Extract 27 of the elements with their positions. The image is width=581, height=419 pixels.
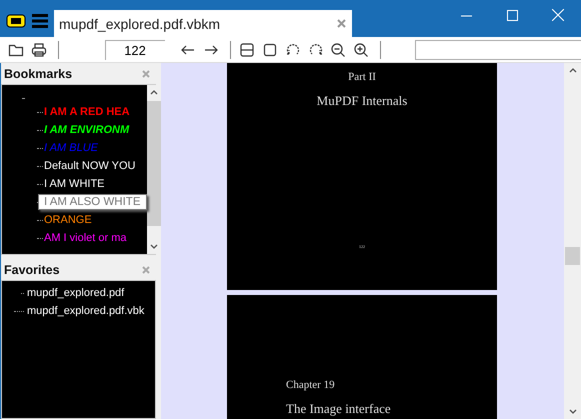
favorite-item[interactable]: mupdf_explored.pdf <box>27 287 124 299</box>
page-title: MuPDF Internals <box>316 93 408 109</box>
page-heading: Chapter 19 <box>286 379 335 391</box>
panel-title: Favorites <box>4 262 60 276</box>
menu-icon[interactable] <box>32 14 48 28</box>
bookmark-item[interactable]: AM I violet or ma <box>44 232 127 244</box>
panel-title: Bookmarks <box>4 66 72 80</box>
page-title: The Image interface <box>286 401 391 417</box>
app-logo-icon <box>6 14 26 28</box>
page-number-field[interactable]: 122 <box>104 40 165 60</box>
scrollbar-thumb[interactable] <box>146 101 160 226</box>
favorite-item[interactable]: mupdf_explored.pdf.vbk <box>27 305 144 317</box>
scrollbar[interactable] <box>146 85 160 254</box>
scrollbar[interactable] <box>564 63 581 419</box>
maximize-icon <box>506 10 518 20</box>
close-icon[interactable] <box>337 19 346 28</box>
close-icon <box>552 9 564 21</box>
bookmark-item[interactable]: Default NOW YOU <box>44 160 136 172</box>
scrollbar-thumb[interactable] <box>565 247 580 265</box>
document-tab[interactable]: mupdf_explored.pdf.vbkm <box>54 10 352 37</box>
bookmark-item[interactable]: I AM ENVIRONM <box>44 124 130 136</box>
bookmark-item[interactable]: ORANGE <box>44 214 92 226</box>
bookmark-item[interactable]: I AM A RED HEA <box>44 106 130 118</box>
bookmark-tooltip: I AM ALSO WHITE <box>38 194 146 210</box>
search-field[interactable] <box>415 40 581 60</box>
bookmark-item[interactable]: I AM WHITE <box>44 178 104 190</box>
page-heading: Part II <box>348 71 376 83</box>
